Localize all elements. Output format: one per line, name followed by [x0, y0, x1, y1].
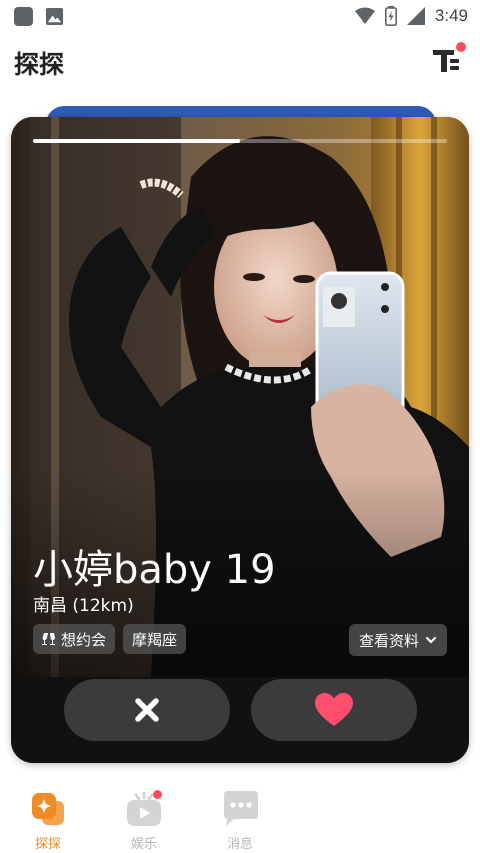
tantan-icon [28, 789, 68, 829]
tag-label: 摩羯座 [132, 630, 178, 649]
profile-card[interactable]: 小婷baby 19 南昌 (12km) 想约会 摩羯座 查看资料 [11, 117, 469, 763]
status-bar: 3:49 [0, 0, 480, 32]
tag-zodiac: 摩羯座 [123, 624, 187, 654]
status-time: 3:49 [434, 6, 468, 25]
date-icon [42, 633, 55, 645]
profile-location: 南昌 (12km) [33, 596, 134, 616]
dislike-button[interactable] [64, 679, 230, 741]
nav-item-entertainment[interactable]: 娱乐 [104, 789, 184, 852]
action-area [11, 677, 469, 763]
photo-progress-fill [33, 139, 240, 143]
gallery-icon [45, 7, 64, 26]
chat-bubble-icon [220, 789, 260, 829]
nav-label: 消息 [226, 837, 253, 852]
signal-icon [406, 7, 425, 25]
battery-charging-icon [384, 6, 397, 26]
nav-item-tantan[interactable]: 探探 [8, 789, 88, 852]
tag-dating: 想约会 [33, 624, 116, 654]
notification-dot [153, 790, 162, 799]
nav-label: 娱乐 [130, 837, 157, 852]
bottom-nav: 探探 娱乐 消息 [0, 785, 480, 853]
nav-label: 探探 [34, 837, 61, 852]
heart-icon [315, 693, 353, 726]
app-notification-icon [14, 7, 33, 26]
tag-label: 想约会 [61, 630, 107, 649]
photo-progress-bar [33, 139, 447, 143]
app-screen: 3:49 探探 小婷baby 19 南昌 (12km) 想约会 摩羯座 查看资料… [0, 0, 480, 853]
view-profile-label: 查看资料 [358, 631, 419, 650]
notification-dot [456, 42, 466, 52]
close-icon [135, 698, 159, 722]
profile-tags: 想约会 摩羯座 [33, 624, 187, 654]
page-title: 探探 [14, 50, 65, 79]
like-button[interactable] [251, 679, 417, 741]
profile-name: 小婷baby 19 [33, 547, 276, 593]
filter-button[interactable] [430, 42, 466, 78]
header: 探探 [0, 36, 480, 86]
chevron-down-icon [425, 636, 437, 644]
view-profile-button[interactable]: 查看资料 [348, 624, 447, 656]
nav-item-messages[interactable]: 消息 [200, 789, 280, 852]
play-video-icon [124, 789, 164, 829]
wifi-icon [354, 7, 375, 24]
